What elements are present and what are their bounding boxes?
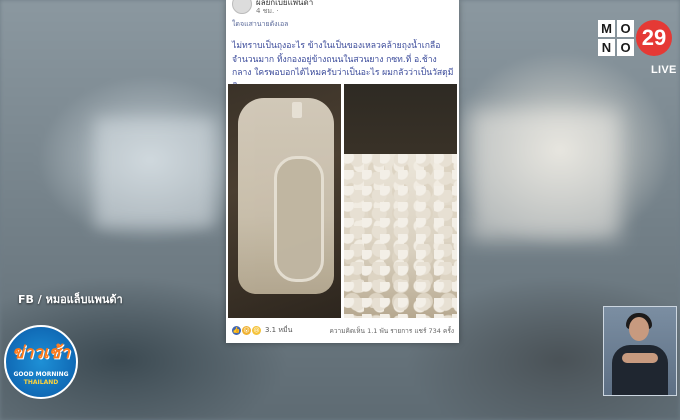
post-stats[interactable]: ความคิดเห็น 1.1 พัน รายการ แชร์ 734 ครั้… (330, 326, 454, 336)
signer-head (629, 317, 649, 341)
sad-icon: 😢 (252, 326, 261, 335)
badge-subtitle-1: GOOD MORNING (13, 371, 69, 378)
post-photo-pile[interactable] (344, 84, 457, 318)
mono-letters: M O N O (598, 20, 634, 56)
show-badge: ข่าวเช้า GOOD MORNING THAILAND (4, 325, 78, 399)
bag-shape (238, 98, 334, 294)
background-highlight-left (95, 118, 215, 228)
wow-icon: 😮 (242, 326, 251, 335)
signer-hands (622, 353, 658, 363)
logo-letter: O (617, 20, 634, 37)
channel-logo: M O N O 29 (598, 20, 676, 64)
translate-link[interactable]: ใดจแสานายดังเอล (232, 19, 288, 30)
badge-subtitle-2: THAILAND (23, 379, 59, 386)
badge-title: ข่าวเช้า (12, 343, 70, 363)
background-highlight-right (470, 110, 620, 240)
logo-letter: M (598, 20, 615, 37)
source-caption: FB / หมอแล็บแพนด้า (18, 293, 123, 306)
facebook-post-card: ผลยกเบยแพนดา 4 ชม. · ใดจแสานายดังเอล ไม่… (226, 0, 459, 343)
avatar[interactable] (232, 0, 252, 14)
sign-language-inset (603, 306, 677, 396)
post-footer: 👍 😮 😢 3.1 หมื่น ความคิดเห็น 1.1 พัน รายก… (226, 320, 459, 342)
logo-letter: O (617, 39, 634, 56)
logo-letter: N (598, 39, 615, 56)
bag-pile (344, 154, 457, 318)
live-indicator: LIVE (651, 64, 677, 76)
bag-inner-label (274, 156, 324, 282)
like-icon: 👍 (232, 326, 241, 335)
reaction-summary[interactable]: 👍 😮 😢 3.1 หมื่น (232, 325, 292, 336)
reaction-count: 3.1 หมื่น (265, 326, 293, 334)
post-header: ผลยกเบยแพนดา 4 ชม. · ใดจแสานายดังเอล (226, 0, 459, 34)
post-photo-bag[interactable] (228, 84, 341, 318)
post-meta: 4 ชม. · (256, 7, 279, 15)
logo-number: 29 (636, 20, 672, 56)
bag-cap (292, 102, 302, 118)
